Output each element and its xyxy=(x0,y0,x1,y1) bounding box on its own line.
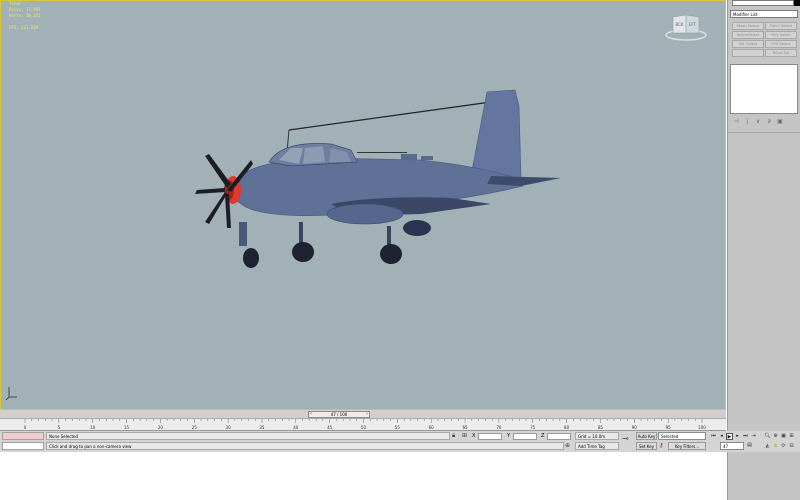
pan-view-icon[interactable]: ✋︎ xyxy=(772,443,779,450)
z-label: Z xyxy=(541,433,545,439)
maximize-viewport-icon[interactable]: ⊟ xyxy=(788,443,795,450)
stats-verts: Verts: 10,251 xyxy=(9,13,41,18)
ruler-tick-label: 50 xyxy=(361,425,367,430)
selection-status: None Selected xyxy=(46,432,450,440)
status-bar: None Selected Click and drag to pan a no… xyxy=(0,431,726,452)
perspective-viewport[interactable]: Total Polys: 17,983 Verts: 10,251 FPS: 2… xyxy=(0,0,726,410)
parameters-rollout-area xyxy=(728,132,800,411)
zoom-extents-all-icon[interactable]: ⊞ xyxy=(788,433,795,440)
vol-select-button[interactable]: Vol. Select xyxy=(732,40,764,48)
field-of-view-icon[interactable]: ◭ xyxy=(764,443,771,450)
goto-start-icon[interactable]: ⏮ xyxy=(710,433,717,440)
key-set-dropdown[interactable]: Selected xyxy=(658,432,706,440)
empty-modifier-button[interactable] xyxy=(732,49,764,57)
configure-sets-icon[interactable]: ▣ xyxy=(776,118,784,125)
next-key-icon[interactable]: ▸ xyxy=(734,433,741,440)
time-slider-label: 47 / 100 xyxy=(330,412,348,417)
next-frame-icon[interactable]: › xyxy=(366,412,368,417)
ruler-tick-label: 65 xyxy=(463,425,469,430)
ruler-tick-label: 100 xyxy=(698,425,706,430)
time-slider[interactable]: ‹ 47 / 100 › xyxy=(308,411,370,418)
viewcube[interactable]: BCK LFT xyxy=(665,13,707,41)
ruler-tick-label: 0 xyxy=(24,425,27,430)
playback-controls: ⏮ ◂ ▶ ▸ ⏭ ⇥ 47 ▤ 🔍︎ ⊕ ▣ ⊞ ◭ ✋︎ ⟳ ⊟ xyxy=(708,431,800,452)
ruler-tick-label: 35 xyxy=(259,425,265,430)
time-slider-track[interactable]: ‹ 47 / 100 › xyxy=(0,410,726,419)
ruler-tick-label: 20 xyxy=(158,425,164,430)
x-coordinate-field[interactable] xyxy=(478,433,502,440)
ffd-select-button[interactable]: FFD Select xyxy=(765,40,797,48)
maxscript-listener-bottom[interactable] xyxy=(2,442,44,450)
command-panel: Modifier List Mesh Select Patch Select S… xyxy=(727,0,800,500)
prompt-line: Click and drag to pan a non-camera view xyxy=(46,442,564,450)
patch-select-button[interactable]: Patch Select xyxy=(765,22,797,30)
ruler-tick-label: 60 xyxy=(429,425,435,430)
ruler-tick-label: 45 xyxy=(327,425,333,430)
prev-frame-icon[interactable]: ‹ xyxy=(310,412,312,417)
ruler-tick-label: 80 xyxy=(564,425,570,430)
spline-select-button[interactable]: SplineSelect xyxy=(732,31,764,39)
nsurf-sel-button[interactable]: NSurf Sel xyxy=(765,49,797,57)
viewcube-right-label: LFT xyxy=(689,22,696,27)
set-key-button[interactable]: Set Key xyxy=(636,442,657,450)
ruler-tick-label: 10 xyxy=(90,425,96,430)
object-color-swatch[interactable] xyxy=(794,0,800,6)
zoom-all-icon[interactable]: ⊕ xyxy=(772,433,779,440)
remove-modifier-icon[interactable]: ∂ xyxy=(765,118,773,125)
ruler-tick-label: 95 xyxy=(666,425,672,430)
key-filters-button[interactable]: Key Filters... xyxy=(668,442,706,450)
auto-key-button[interactable]: Auto Key xyxy=(636,432,657,440)
lock-icon[interactable]: 🔒︎ xyxy=(452,432,455,440)
goto-end-icon[interactable]: ⏭ xyxy=(742,433,749,440)
ruler-tick-label: 5 xyxy=(58,425,61,430)
add-time-tag-button[interactable]: Add Time Tag xyxy=(575,442,619,450)
modifier-list-dropdown[interactable]: Modifier List xyxy=(730,10,798,18)
stack-toolbar: ⊣ ∣ ∨ ∂ ▣ xyxy=(730,116,798,126)
viewcube-left-label: BCK xyxy=(675,22,683,27)
ruler-tick-label: 75 xyxy=(530,425,536,430)
key-icon[interactable]: ⊸ xyxy=(622,435,629,443)
trackbar[interactable]: 0 5 10 15 20 25 30 35 40 45 50 55 60 65 70 75 80 85 90 95 10… xyxy=(0,419,726,431)
key-mode-toggle-icon[interactable]: ⇥ xyxy=(750,433,757,440)
zoom-icon[interactable]: 🔍︎ xyxy=(764,433,771,440)
pin-stack-icon[interactable]: ⊣ xyxy=(732,118,740,125)
grid-size: Grid = 10.0m xyxy=(575,432,619,440)
stats-fps: FPS: 221.238 xyxy=(9,25,38,30)
make-unique-icon[interactable]: ∨ xyxy=(754,118,762,125)
poly-select-button[interactable]: Poly Select xyxy=(765,31,797,39)
maxscript-listener-top[interactable] xyxy=(2,432,44,440)
x-label: X xyxy=(472,433,476,439)
modifier-stack[interactable] xyxy=(730,64,798,114)
ruler-tick-label: 70 xyxy=(496,425,502,430)
current-frame-field[interactable]: 47 xyxy=(720,442,744,450)
y-coordinate-field[interactable] xyxy=(513,433,537,440)
play-icon[interactable]: ▶ xyxy=(726,433,733,440)
show-end-result-icon[interactable]: ∣ xyxy=(743,118,751,125)
prev-key-icon[interactable]: ◂ xyxy=(718,433,725,440)
ruler-tick-label: 90 xyxy=(632,425,638,430)
mesh-select-button[interactable]: Mesh Select xyxy=(732,22,764,30)
zoom-extents-icon[interactable]: ▣ xyxy=(780,433,787,440)
key-mode-icon[interactable]: ⚷ xyxy=(659,442,663,450)
orbit-icon[interactable]: ⟳ xyxy=(780,443,787,450)
axis-tripod-icon xyxy=(5,385,19,403)
ruler-tick-label: 25 xyxy=(192,425,198,430)
ruler-tick-label: 85 xyxy=(598,425,604,430)
time-config-icon[interactable]: ▤ xyxy=(746,442,753,449)
stats-total: Total xyxy=(9,1,22,6)
ruler-tick-label: 40 xyxy=(293,425,299,430)
y-label: Y xyxy=(507,433,511,439)
absolute-mode-icon[interactable]: ⊞ xyxy=(462,432,467,440)
time-tag-icon[interactable]: ⊕ xyxy=(565,442,570,450)
stats-polys: Polys: 17,983 xyxy=(9,7,41,12)
z-coordinate-field[interactable] xyxy=(547,433,571,440)
ruler-tick-label: 55 xyxy=(395,425,401,430)
object-name-field[interactable] xyxy=(732,0,794,6)
ruler-tick-label: 30 xyxy=(226,425,232,430)
ruler-tick-label: 15 xyxy=(124,425,130,430)
trackbar-ruler: 0 5 10 15 20 25 30 35 40 45 50 55 60 65 70 75 80 85 90 95 10… xyxy=(24,419,706,430)
airplane-model[interactable] xyxy=(191,86,571,278)
